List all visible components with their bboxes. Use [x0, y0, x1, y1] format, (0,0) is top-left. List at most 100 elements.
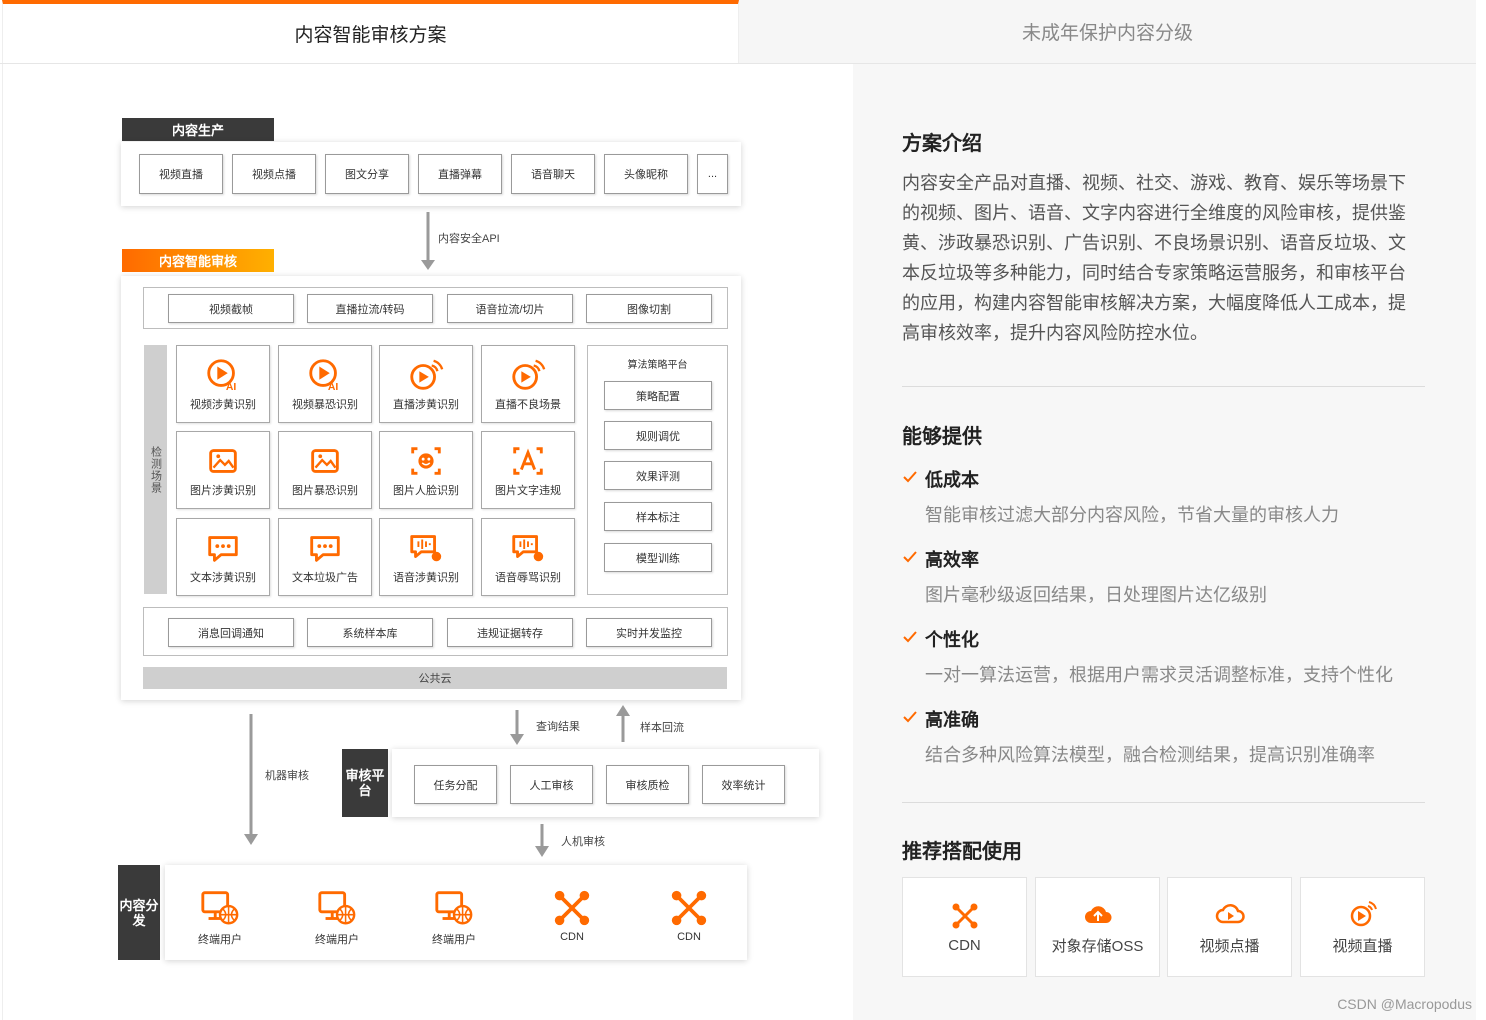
terminal-user-icon	[201, 891, 239, 925]
production-item: 头像昵称	[604, 154, 688, 194]
feature-title: 高效率	[925, 550, 979, 570]
check-icon	[903, 711, 917, 723]
distribution-item: 终端用户	[180, 887, 260, 947]
recommend-card-oss[interactable]: 对象存储OSS	[1035, 877, 1160, 977]
human-machine-label: 人机审核	[561, 836, 605, 848]
service-item: 违规证据转存	[447, 618, 573, 647]
production-item: 直播弹幕	[418, 154, 502, 194]
distribution-label: 终端用户	[315, 934, 359, 946]
video-ai-icon: AI	[309, 359, 339, 393]
cdn-icon	[952, 903, 977, 928]
recommend-card-vod[interactable]: 视频点播	[1167, 877, 1292, 977]
scene-tile: 语音涉黄识别	[379, 518, 473, 596]
algo-item: 策略配置	[604, 381, 712, 410]
production-title: 内容生产	[122, 118, 274, 141]
tab-content-audit[interactable]: 内容智能审核方案	[2, 0, 739, 63]
service-item: 系统样本库	[307, 618, 433, 647]
check-icon	[903, 471, 917, 483]
svg-text:AI: AI	[328, 382, 339, 393]
scene-tile: AI 视频暴恐识别	[278, 345, 372, 423]
intro-title: 方案介绍	[902, 133, 982, 155]
face-icon	[411, 447, 441, 475]
live-icon	[512, 359, 546, 390]
divider	[902, 386, 1425, 387]
sample-back-arrow	[616, 705, 630, 742]
scene-tile: 图片涉黄识别	[176, 431, 270, 509]
tab-minor-protection[interactable]: 未成年保护内容分级	[739, 0, 1476, 63]
scene-label-text: 视频涉黄识别	[190, 399, 256, 411]
scene-label-text: 文本垃圾广告	[292, 572, 358, 584]
distribution-label: 终端用户	[198, 934, 242, 946]
review-item: 效率统计	[702, 765, 785, 804]
cloud-bar: 公共云	[143, 667, 727, 689]
scene-label-text: 视频暴恐识别	[292, 399, 358, 411]
preprocess-item: 视频截帧	[168, 294, 294, 323]
distribution-label: 终端用户	[432, 934, 476, 946]
cloud-upload-icon	[1084, 905, 1111, 923]
recommend-title: 推荐搭配使用	[902, 841, 1022, 863]
scene-label-text: 图片文字违规	[495, 485, 561, 497]
machine-review-label: 机器审核	[265, 770, 309, 782]
scene-tile: 图片人脸识别	[379, 431, 473, 509]
distribution-label: CDN	[677, 931, 701, 943]
machine-review-arrow	[244, 714, 258, 845]
scene-label-text: 图片涉黄识别	[190, 485, 256, 497]
service-item: 实时并发监控	[586, 618, 712, 647]
feature-title: 低成本	[925, 470, 979, 490]
preprocess-item: 图像切割	[586, 294, 712, 323]
algo-item: 样本标注	[604, 502, 712, 531]
live-icon	[410, 359, 444, 390]
recommend-label: 视频直播	[1332, 937, 1393, 955]
recommend-label: 对象存储OSS	[1051, 937, 1144, 955]
review-platform-title: 审核平台	[342, 749, 388, 817]
production-item: 语音聊天	[511, 154, 595, 194]
scene-tile: AI 视频涉黄识别	[176, 345, 270, 423]
scene-tile: 图片文字违规	[481, 431, 575, 509]
review-item: 任务分配	[414, 765, 497, 804]
scene-label-text: 直播涉黄识别	[393, 399, 459, 411]
sample-back-label: 样本回流	[640, 722, 684, 734]
algo-title: 算法策略平台	[627, 360, 688, 371]
recommend-card-live[interactable]: 视频直播	[1300, 877, 1425, 977]
feature-desc: 智能审核过滤大部分内容风险，节省大量的审核人力	[925, 505, 1339, 525]
production-item-more: ...	[697, 154, 728, 194]
scene-label-text: 图片人脸识别	[393, 485, 459, 497]
distribution-title: 内容分发	[118, 865, 160, 960]
recommend-card-cdn[interactable]: CDN	[902, 877, 1027, 977]
scene-tile: 图片暴恐识别	[278, 431, 372, 509]
svg-text:AI: AI	[226, 382, 237, 393]
voice-icon	[512, 535, 544, 562]
scene-label-text: 图片暴恐识别	[292, 485, 358, 497]
recommend-label: 视频点播	[1199, 937, 1260, 955]
scene-tile: 文本涉黄识别	[176, 518, 270, 596]
preprocess-item: 直播拉流/转码	[307, 294, 433, 323]
distribution-label: CDN	[560, 931, 584, 943]
feature-desc: 结合多种风险算法模型，融合检测结果，提高识别准确率	[925, 745, 1375, 765]
check-icon	[903, 551, 917, 563]
review-item: 人工审核	[510, 765, 593, 804]
terminal-user-icon	[435, 891, 473, 925]
human-machine-arrow	[535, 824, 549, 857]
check-icon	[903, 631, 917, 643]
image-icon	[311, 449, 339, 473]
api-label: 内容安全API	[438, 233, 500, 245]
text-a-icon	[513, 447, 543, 475]
scene-label: 检测场景	[144, 345, 167, 594]
query-result-arrow	[510, 710, 524, 745]
video-cloud-icon	[1215, 903, 1245, 923]
image-icon	[209, 449, 237, 473]
scene-label-text: 语音涉黄识别	[393, 572, 459, 584]
scene-tile: 直播涉黄识别	[379, 345, 473, 423]
scene-tile: 直播不良场景	[481, 345, 575, 423]
scene-tile: 文本垃圾广告	[278, 518, 372, 596]
chat-icon	[310, 536, 340, 562]
production-item: 图文分享	[325, 154, 409, 194]
cdn-icon	[671, 890, 707, 926]
feature-desc: 一对一算法运营，根据用户需求灵活调整标准，支持个性化	[925, 665, 1393, 685]
feature-desc: 图片毫秒级返回结果，日处理图片达亿级别	[925, 585, 1267, 605]
chat-icon	[208, 536, 238, 562]
api-arrow	[421, 212, 435, 270]
terminal-user-icon	[318, 891, 356, 925]
voice-icon	[410, 535, 442, 562]
algo-item: 效果评测	[604, 461, 712, 490]
